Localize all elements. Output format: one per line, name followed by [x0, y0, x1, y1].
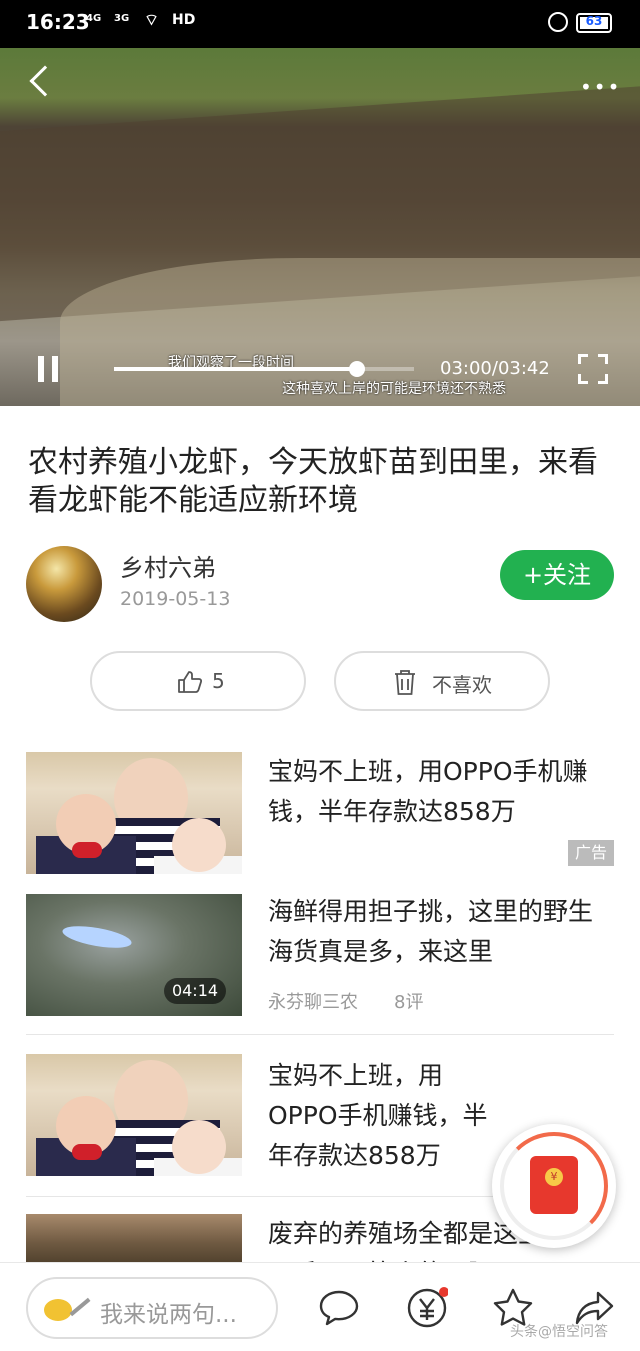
more-options-icon[interactable]: •••	[580, 77, 621, 97]
bottom-bar: 我来说两句... 头条@悟空问答	[0, 1262, 640, 1351]
watermark: 头条@悟空问答	[510, 1324, 608, 1340]
yuan-coin-icon: ¥	[545, 1168, 563, 1186]
back-icon[interactable]	[29, 65, 61, 97]
feed-item-source[interactable]: 永芬聊三农	[268, 988, 358, 1014]
like-button[interactable]: 5	[90, 651, 306, 711]
video-subtitle-line2: 这种喜欢上岸的可能是环境还不熟悉	[282, 381, 506, 397]
video-player[interactable]: ••• 我们观察了一段时间 这种喜欢上岸的可能是环境还不熟悉 03:00/03:…	[0, 48, 640, 406]
video-duration-badge: 04:14	[164, 978, 226, 1004]
coins-icon	[44, 1299, 72, 1321]
video-progress-bar[interactable]	[114, 361, 414, 377]
signal-3g-icon: 3G	[114, 13, 130, 24]
comment-icon[interactable]	[318, 1287, 360, 1329]
wifi-icon: ⌔	[144, 10, 160, 29]
rotation-lock-icon	[548, 12, 568, 32]
fullscreen-icon[interactable]	[578, 354, 608, 384]
like-count: 5	[212, 669, 225, 693]
feed-thumbnail[interactable]	[26, 1214, 242, 1262]
article-title: 农村养殖小龙虾，今天放虾苗到田里，来看看龙虾能不能适应新环境	[28, 445, 598, 518]
feed-item-title[interactable]: 海鲜得用担子挑，这里的野生海货真是多，来这里	[268, 892, 614, 972]
video-time: 03:00/03:42	[440, 358, 550, 379]
feed-thumbnail[interactable]	[26, 1054, 242, 1176]
hd-icon: HD	[172, 12, 196, 28]
pause-icon[interactable]	[36, 356, 60, 382]
red-packet-button[interactable]: ¥	[492, 1124, 616, 1248]
dislike-button[interactable]: 不喜欢	[334, 651, 550, 711]
feed-item-title[interactable]: 宝妈不上班，用OPPO手机赚钱，半年存款达858万	[268, 1056, 508, 1176]
comment-placeholder: 我来说两句...	[100, 1302, 237, 1328]
feed-thumbnail[interactable]	[26, 752, 242, 874]
battery-icon: 63	[576, 13, 612, 33]
battery-level: 63	[585, 14, 603, 28]
status-bar: 16:23 4G 3G ⌔ HD 63	[0, 0, 640, 48]
ad-badge: 广告	[568, 840, 614, 866]
feed-item-comments: 8评	[394, 992, 424, 1013]
video-progress-fill	[114, 367, 357, 371]
pen-icon	[69, 1297, 91, 1317]
divider	[26, 1034, 614, 1035]
signal-4g-icon: 4G	[86, 13, 102, 24]
trash-icon	[395, 670, 415, 695]
author-avatar[interactable]	[26, 546, 102, 622]
thumbs-up-icon	[178, 671, 202, 693]
dislike-label: 不喜欢	[432, 673, 492, 697]
comment-input[interactable]: 我来说两句...	[26, 1277, 278, 1339]
feed-item-title[interactable]: 宝妈不上班，用OPPO手机赚钱，半年存款达858万	[268, 752, 614, 832]
author-name[interactable]: 乡村六弟	[120, 548, 216, 583]
status-time: 16:23	[26, 10, 90, 34]
reward-icon[interactable]	[406, 1287, 448, 1329]
follow-button[interactable]: +关注	[500, 550, 614, 600]
publish-date: 2019-05-13	[120, 588, 231, 610]
video-progress-knob[interactable]	[349, 361, 365, 377]
